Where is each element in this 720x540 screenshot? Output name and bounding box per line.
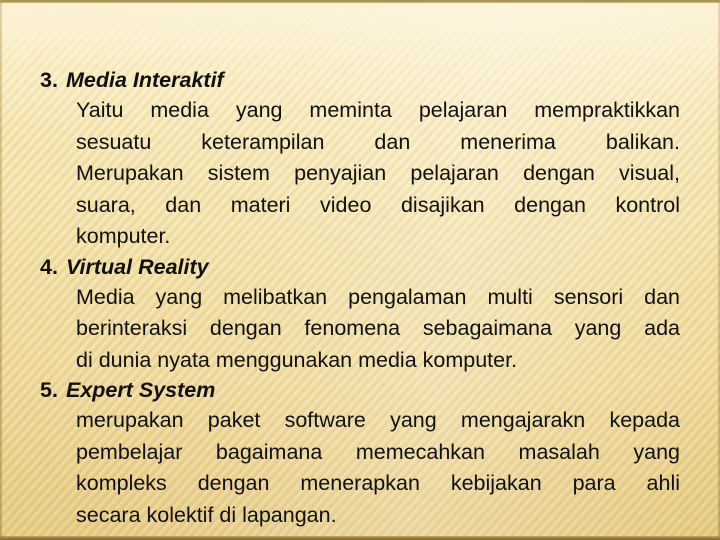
body-line: merupakan paket software yang mengajarak…	[76, 408, 680, 432]
body-line: secara kolektif di lapangan.	[76, 502, 337, 527]
list-item-title: Virtual Reality	[66, 254, 209, 279]
list-item-heading: 5. Expert System	[40, 376, 682, 405]
slide-content: 3. Media Interaktif Yaitu media yang memi…	[0, 0, 720, 531]
list-item-number: 3.	[40, 68, 58, 92]
body-line: pembelajar bagaimana memecahkan masalah …	[76, 439, 680, 464]
list-item: 4. Virtual Reality Media yang melibatkan …	[40, 253, 682, 377]
list-item-heading: 3. Media Interaktif	[40, 66, 682, 95]
list-item-title: Media Interaktif	[66, 68, 224, 92]
list-item-number: 4.	[40, 254, 58, 279]
list-item: 5. Expert System merupakan paket software…	[40, 376, 682, 531]
slide-bottom-border	[0, 536, 720, 540]
list-item-number: 5.	[40, 378, 58, 402]
list-item: 3. Media Interaktif Yaitu media yang memi…	[40, 66, 682, 253]
presentation-slide: 3. Media Interaktif Yaitu media yang memi…	[0, 0, 720, 540]
list-item-body: merupakan paket software yang mengajarak…	[76, 405, 682, 531]
body-line: Media yang melibatkan pengalaman multi s…	[76, 284, 680, 309]
body-line: di dunia nyata menggunakan media kompute…	[76, 347, 518, 372]
list-item-title: Expert System	[66, 378, 216, 402]
list-item-body: Yaitu media yang meminta pelajaran mempr…	[76, 95, 682, 253]
list-item-heading: 4. Virtual Reality	[40, 253, 682, 282]
body-line: Yaitu media yang meminta pelajaran mempr…	[76, 98, 680, 122]
body-line: Merupakan sistem penyajian pelajaran den…	[76, 161, 680, 185]
body-line: komputer.	[76, 224, 171, 248]
body-line: kompleks dengan menerapkan kebijakan par…	[76, 471, 680, 495]
body-line: sesuatu keterampilan dan menerima balika…	[76, 129, 680, 154]
list-item-body: Media yang melibatkan pengalaman multi s…	[76, 282, 682, 377]
body-line: berinteraksi dengan fenomena sebagaimana…	[76, 316, 680, 340]
body-line: suara, dan materi video disajikan dengan…	[76, 192, 680, 217]
